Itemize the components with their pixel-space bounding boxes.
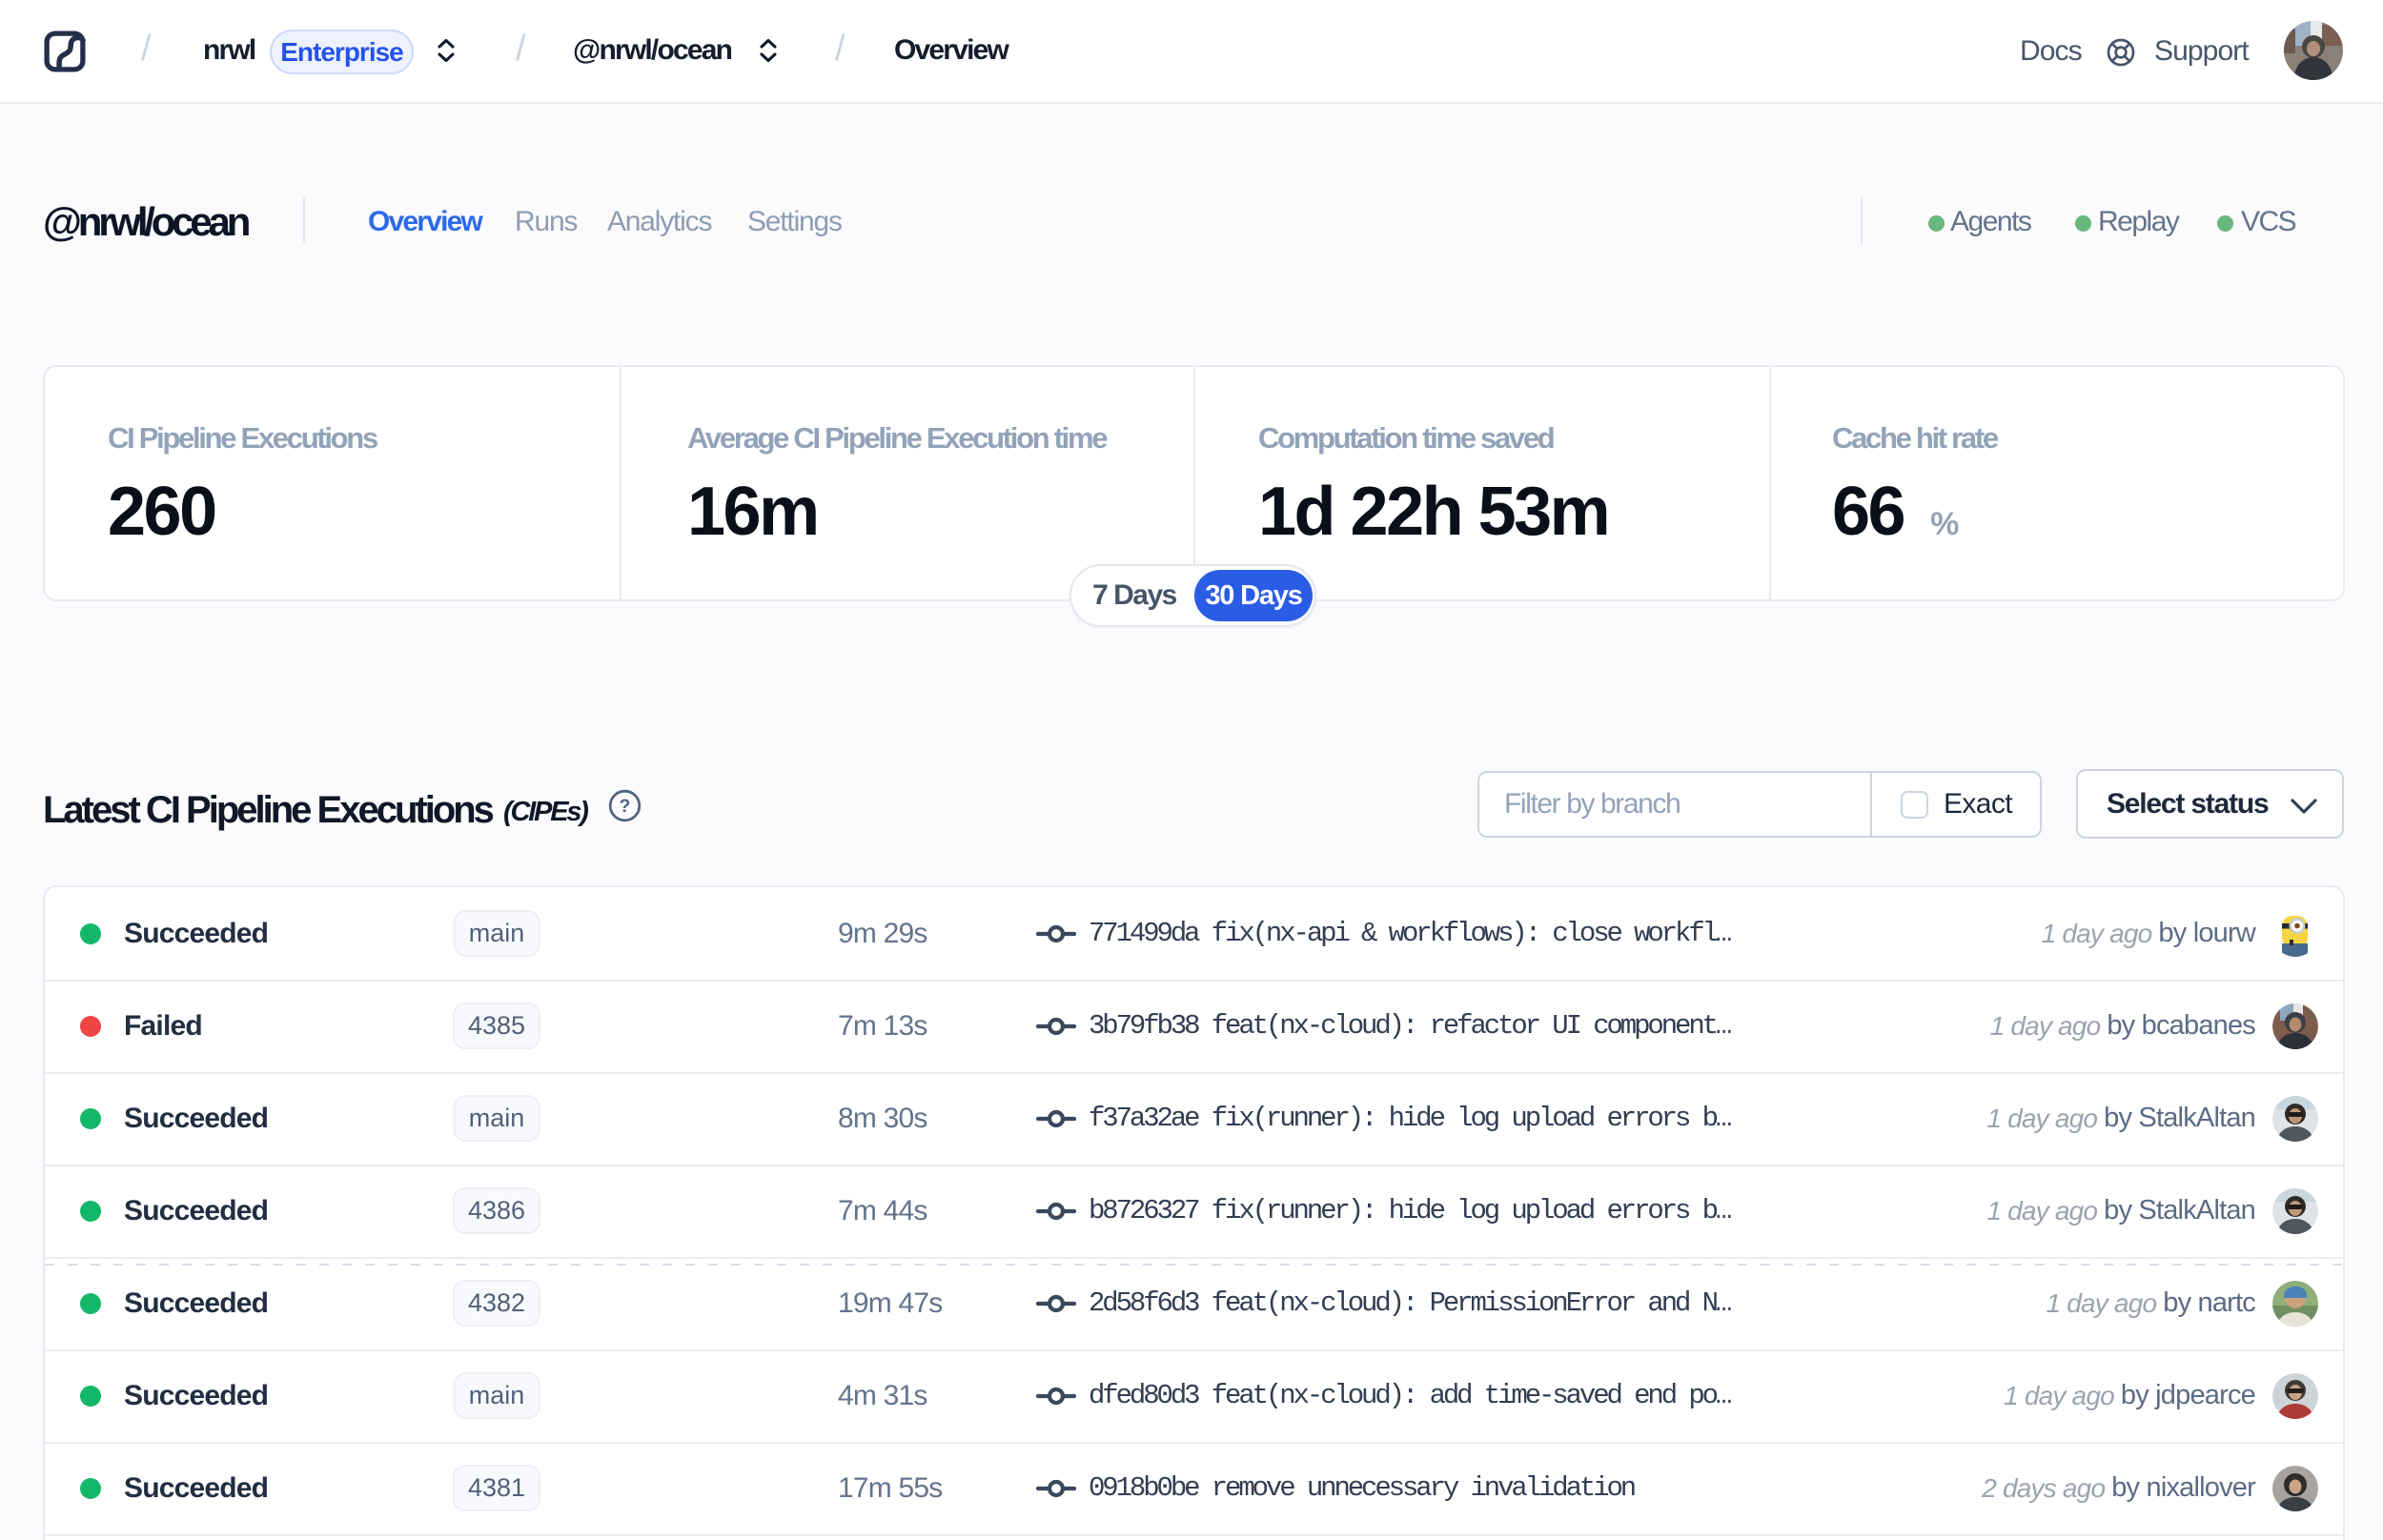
svg-text:?: ?: [620, 797, 631, 817]
